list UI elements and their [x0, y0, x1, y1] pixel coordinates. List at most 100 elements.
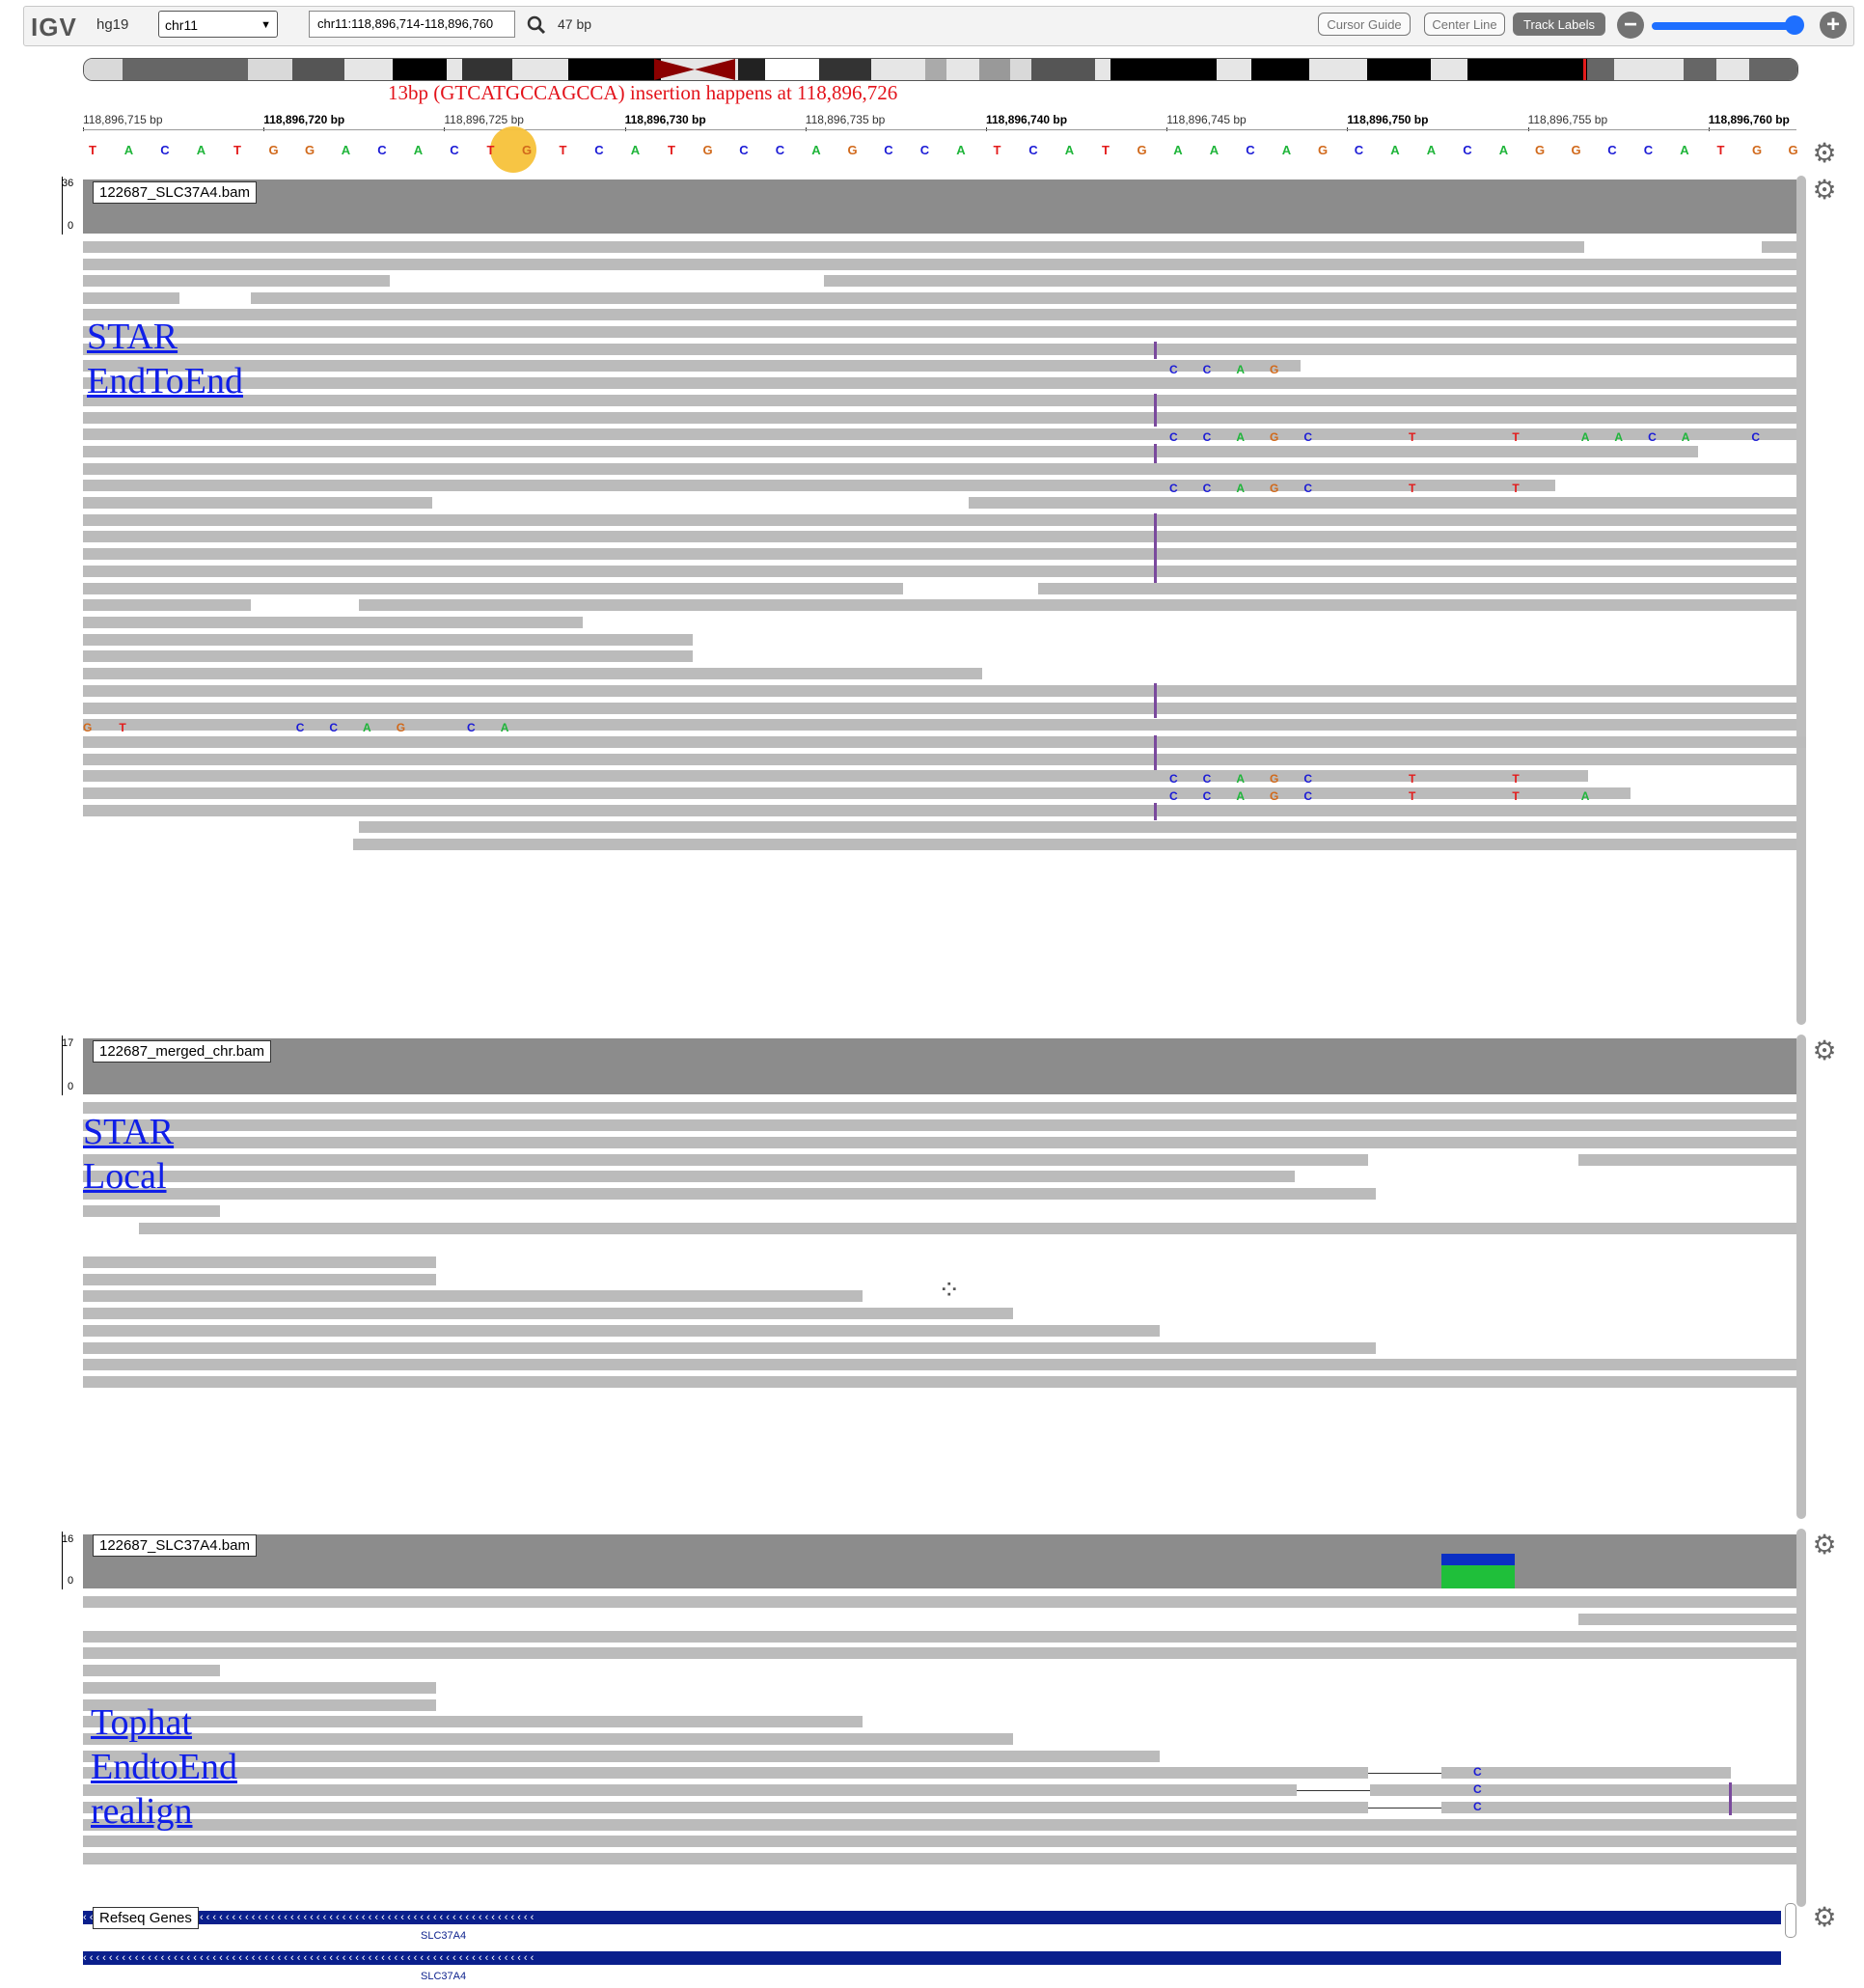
read[interactable]: [83, 736, 1806, 748]
read[interactable]: [83, 583, 903, 594]
read[interactable]: [1441, 1802, 1796, 1813]
zoom-out-icon[interactable]: −: [1617, 12, 1644, 39]
read[interactable]: [83, 259, 1796, 270]
insertion-marker[interactable]: [1154, 513, 1157, 583]
read[interactable]: [83, 395, 1796, 406]
read[interactable]: [83, 1359, 1796, 1370]
chromosome-select[interactable]: chr11 ▼: [158, 11, 278, 38]
read[interactable]: [1038, 583, 1796, 594]
gear-icon[interactable]: ⚙: [1810, 1035, 1839, 1066]
zoom-in-icon[interactable]: +: [1820, 12, 1847, 39]
read[interactable]: [83, 566, 1796, 577]
read[interactable]: [83, 1596, 1796, 1608]
coverage-track[interactable]: [83, 1038, 1796, 1094]
coverage-allele-fraction-c[interactable]: [1441, 1554, 1515, 1565]
read[interactable]: [1441, 1767, 1731, 1779]
read[interactable]: [359, 599, 1796, 611]
read[interactable]: [83, 463, 1796, 475]
splice-junction[interactable]: [1297, 1790, 1370, 1791]
read[interactable]: [83, 377, 1796, 389]
aligner-tag[interactable]: Tophat EndtoEnd realign: [91, 1700, 237, 1834]
read[interactable]: [83, 703, 1796, 714]
read[interactable]: [83, 1784, 1297, 1796]
read[interactable]: [139, 1223, 1796, 1234]
insertion-marker[interactable]: [1154, 735, 1157, 770]
chromosome-ideogram[interactable]: [83, 58, 1798, 81]
read[interactable]: [83, 617, 583, 628]
read[interactable]: [83, 1290, 863, 1302]
read[interactable]: [83, 548, 1796, 560]
read[interactable]: [824, 275, 1796, 287]
read[interactable]: [83, 1682, 436, 1694]
read[interactable]: [83, 599, 251, 611]
read[interactable]: [969, 497, 1796, 509]
read[interactable]: [83, 360, 1301, 372]
read[interactable]: [83, 412, 1796, 424]
read[interactable]: [83, 1119, 1796, 1131]
coverage-allele-fraction-a[interactable]: [1441, 1565, 1515, 1588]
read[interactable]: [83, 1819, 1796, 1831]
insertion-marker[interactable]: [1154, 444, 1157, 463]
splice-junction[interactable]: [1368, 1808, 1441, 1809]
read[interactable]: [83, 754, 1796, 765]
gene-feature[interactable]: ‹ ‹ ‹ ‹ ‹ ‹ ‹ ‹ ‹ ‹ ‹ ‹ ‹ ‹ ‹ ‹ ‹ ‹ ‹ ‹ …: [83, 1911, 1781, 1924]
read[interactable]: [83, 446, 1698, 457]
center-line-button[interactable]: Center Line: [1424, 13, 1505, 36]
read[interactable]: [83, 1767, 1368, 1779]
read[interactable]: [83, 1631, 1796, 1643]
read[interactable]: [83, 805, 1796, 816]
insertion-marker[interactable]: [1729, 1782, 1732, 1815]
read[interactable]: [83, 531, 1796, 542]
read[interactable]: [83, 1308, 1013, 1319]
read[interactable]: [83, 1274, 436, 1285]
track-scrollbar[interactable]: [1796, 1035, 1806, 1519]
aligner-tag[interactable]: STAR EndToEnd: [87, 315, 243, 403]
read[interactable]: [83, 1325, 1160, 1337]
insertion-marker[interactable]: [1154, 394, 1157, 427]
read[interactable]: [83, 1102, 1796, 1114]
read[interactable]: [83, 1171, 1295, 1182]
read[interactable]: [83, 1154, 1368, 1166]
read[interactable]: [1370, 1784, 1796, 1796]
track-labels-button[interactable]: Track Labels: [1513, 13, 1605, 36]
read[interactable]: [1762, 241, 1796, 253]
read[interactable]: [83, 668, 982, 679]
read[interactable]: [83, 275, 390, 287]
gear-icon[interactable]: ⚙: [1810, 1529, 1839, 1560]
read[interactable]: [251, 292, 1796, 304]
search-icon[interactable]: [527, 15, 546, 40]
read[interactable]: [83, 1137, 1796, 1148]
insertion-marker[interactable]: [1154, 342, 1157, 359]
read[interactable]: [83, 1853, 1796, 1864]
coverage-track[interactable]: [83, 1534, 1796, 1588]
read[interactable]: [359, 821, 1796, 833]
read[interactable]: [83, 1647, 1796, 1659]
read[interactable]: [83, 1836, 1796, 1847]
read[interactable]: [83, 1205, 220, 1217]
read[interactable]: [83, 344, 1796, 355]
read[interactable]: [83, 497, 432, 509]
read[interactable]: [83, 1376, 1796, 1388]
read[interactable]: [83, 326, 1796, 338]
track-scrollbar[interactable]: [1796, 176, 1806, 1025]
read[interactable]: [83, 1342, 1376, 1354]
read[interactable]: [83, 309, 1796, 320]
gear-icon[interactable]: ⚙: [1810, 1901, 1839, 1933]
locus-search-input[interactable]: chr11:118,896,714-118,896,760: [309, 11, 515, 38]
read[interactable]: [83, 1751, 1160, 1762]
insertion-marker[interactable]: [1154, 683, 1157, 718]
read[interactable]: [83, 634, 693, 646]
read[interactable]: [353, 839, 1796, 850]
track-scrollbar[interactable]: [1796, 1529, 1806, 1907]
read[interactable]: [83, 514, 1796, 526]
cursor-guide-button[interactable]: Cursor Guide: [1318, 13, 1411, 36]
read[interactable]: [83, 241, 1584, 253]
read[interactable]: [83, 1665, 220, 1676]
read[interactable]: [83, 650, 693, 662]
coverage-track[interactable]: [83, 179, 1796, 234]
gear-icon[interactable]: ⚙: [1810, 137, 1839, 169]
read[interactable]: [1578, 1154, 1796, 1166]
read[interactable]: [83, 1256, 436, 1268]
splice-junction[interactable]: [1368, 1773, 1441, 1774]
aligner-tag[interactable]: STAR Local: [83, 1110, 174, 1199]
